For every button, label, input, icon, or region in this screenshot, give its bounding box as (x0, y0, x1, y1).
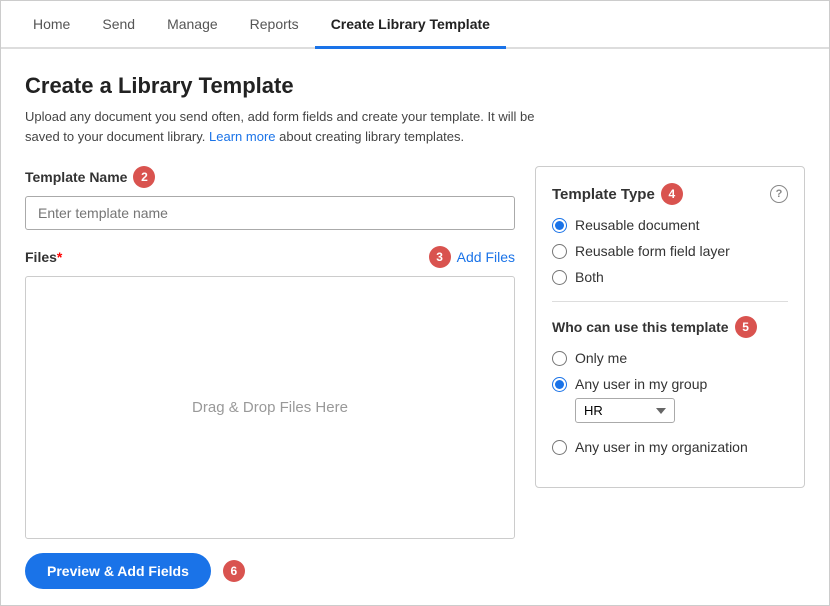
nav-send[interactable]: Send (86, 1, 151, 49)
template-type-form-field-label: Reusable form field layer (575, 243, 730, 259)
template-type-both-radio[interactable] (552, 270, 567, 285)
divider (552, 301, 788, 302)
help-icon[interactable]: ? (770, 185, 788, 203)
description-text-2: saved to your document library. (25, 129, 205, 144)
template-type-reusable-doc-label: Reusable document (575, 217, 700, 233)
template-type-form-field-radio[interactable] (552, 244, 567, 259)
step-badge-2: 2 (133, 166, 155, 188)
who-can-use-section-title: Who can use this template 5 (552, 316, 788, 338)
template-type-both[interactable]: Both (552, 269, 788, 285)
group-select[interactable]: HR Finance Sales (575, 398, 675, 423)
left-column: Template Name 2 Files* 3 Add Files Drag … (25, 166, 515, 539)
content-layout: Template Name 2 Files* 3 Add Files Drag … (25, 166, 805, 539)
who-only-me-label: Only me (575, 350, 627, 366)
who-any-user-group[interactable]: Any user in my group (552, 376, 788, 392)
nav-home[interactable]: Home (17, 1, 86, 49)
description-text-1: Upload any document you send often, add … (25, 109, 534, 124)
main-content: Create a Library Template Upload any doc… (1, 49, 829, 605)
template-type-form-field[interactable]: Reusable form field layer (552, 243, 788, 259)
template-type-both-label: Both (575, 269, 604, 285)
files-header: Files* 3 Add Files (25, 246, 515, 268)
description-text-3: about creating library templates. (279, 129, 464, 144)
top-navigation: Home Send Manage Reports Create Library … (1, 1, 829, 49)
group-select-row: HR Finance Sales (575, 398, 788, 423)
who-only-me-radio[interactable] (552, 351, 567, 366)
who-can-use-options: Only me Any user in my group HR Finance … (552, 350, 788, 455)
add-files-label: Add Files (457, 249, 515, 265)
bottom-bar: Preview & Add Fields 6 (25, 539, 805, 589)
who-any-user-group-label: Any user in my group (575, 376, 707, 392)
files-label: Files* (25, 249, 62, 265)
who-any-user-group-radio[interactable] (552, 377, 567, 392)
who-any-org-label: Any user in my organization (575, 439, 748, 455)
drag-drop-text: Drag & Drop Files Here (192, 399, 348, 416)
who-any-org-radio[interactable] (552, 440, 567, 455)
nav-reports[interactable]: Reports (234, 1, 315, 49)
right-column: Template Type 4 ? Reusable document Reus… (535, 166, 805, 488)
learn-more-link[interactable]: Learn more (209, 129, 275, 144)
page-title: Create a Library Template (25, 73, 805, 99)
template-type-reusable-doc-radio[interactable] (552, 218, 567, 233)
who-any-org[interactable]: Any user in my organization (552, 439, 788, 455)
nav-manage[interactable]: Manage (151, 1, 234, 49)
template-type-options: Reusable document Reusable form field la… (552, 217, 788, 285)
file-drop-zone[interactable]: Drag & Drop Files Here (25, 276, 515, 539)
nav-create-library-template[interactable]: Create Library Template (315, 1, 506, 49)
template-name-input[interactable] (25, 196, 515, 230)
files-label-text: Files (25, 249, 57, 265)
step-badge-6: 6 (223, 560, 245, 582)
step-badge-5: 5 (735, 316, 757, 338)
page-description: Upload any document you send often, add … (25, 107, 805, 146)
template-name-field-label: Template Name 2 (25, 166, 515, 188)
template-type-section-title: Template Type 4 ? (552, 183, 788, 205)
template-name-label-text: Template Name (25, 169, 127, 185)
who-any-user-group-container: Any user in my group HR Finance Sales (552, 376, 788, 429)
who-only-me[interactable]: Only me (552, 350, 788, 366)
step-badge-4: 4 (661, 183, 683, 205)
preview-add-fields-button[interactable]: Preview & Add Fields (25, 553, 211, 589)
add-files-button[interactable]: 3 Add Files (429, 246, 515, 268)
who-can-use-label: Who can use this template (552, 319, 729, 335)
template-type-reusable-doc[interactable]: Reusable document (552, 217, 788, 233)
files-required-marker: * (57, 249, 62, 265)
step-badge-3: 3 (429, 246, 451, 268)
template-type-label: Template Type (552, 186, 655, 203)
